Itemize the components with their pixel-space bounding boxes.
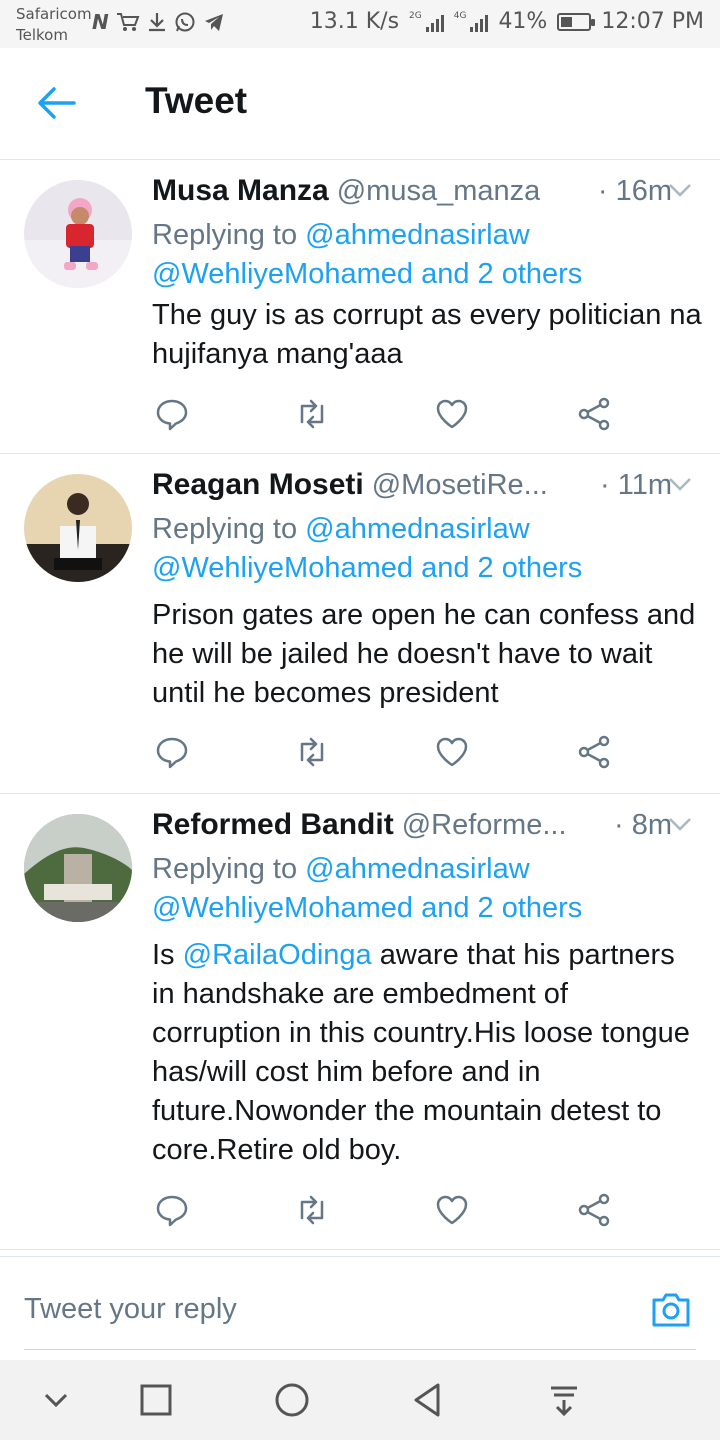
notification-icons: N bbox=[92, 10, 225, 34]
share-icon[interactable] bbox=[576, 1192, 612, 1228]
signal-4g-icon: 4G bbox=[454, 11, 489, 32]
avatar[interactable] bbox=[24, 814, 132, 922]
battery-percent: 41% bbox=[498, 9, 548, 34]
replying-to: Replying to @ahmednasirlaw @WehliyeMoham… bbox=[152, 853, 583, 924]
tweet-time: · 16m bbox=[597, 175, 672, 207]
reply-mention-link[interactable]: @ahmednasirlaw bbox=[305, 853, 529, 885]
tweet-actions bbox=[152, 396, 612, 432]
network-speed: 13.1 K/s bbox=[309, 9, 400, 34]
telegram-icon bbox=[204, 14, 223, 31]
retweet-icon[interactable] bbox=[294, 396, 330, 432]
avatar[interactable] bbox=[24, 474, 132, 582]
whatsapp-icon bbox=[175, 12, 195, 32]
chevron-down-icon[interactable] bbox=[668, 816, 692, 832]
download-icon bbox=[148, 13, 165, 32]
tweet-time: · 11m bbox=[600, 469, 672, 501]
notification-shade-icon[interactable] bbox=[544, 1380, 584, 1420]
user-name[interactable]: Reagan Moseti bbox=[152, 468, 364, 502]
app-header: Tweet bbox=[0, 48, 720, 160]
n-app-icon: N bbox=[92, 10, 109, 34]
reply-mention-link[interactable]: @WehliyeMohamed and 2 others bbox=[152, 552, 582, 584]
tweet-item[interactable]: Musa Manza @musa_manza · 16m Replying to… bbox=[0, 160, 720, 454]
tweet-header: Reagan Moseti @MosetiRe... · 11m bbox=[152, 468, 672, 502]
status-bar: Safaricom Telkom N 13.1 K/s 2G 4G 41% 12… bbox=[0, 0, 720, 48]
tweet-actions bbox=[152, 734, 612, 770]
tweet-item[interactable]: Reagan Moseti @MosetiRe... · 11m Replyin… bbox=[0, 454, 720, 794]
reply-mention-link[interactable]: @ahmednasirlaw bbox=[305, 513, 529, 545]
tweet-header: Musa Manza @musa_manza · 16m bbox=[152, 174, 672, 208]
tweet-text: Prison gates are open he can confess and… bbox=[152, 599, 696, 709]
tweet-time: · 8m bbox=[614, 809, 672, 841]
carrier-names: Safaricom Telkom bbox=[16, 4, 92, 46]
reply-icon[interactable] bbox=[154, 1192, 190, 1228]
status-right: 13.1 K/s 2G 4G 41% 12:07 PM bbox=[310, 9, 704, 34]
tweet-text: Is @RailaOdinga aware that his partners … bbox=[152, 939, 690, 1166]
replying-to: Replying to @ahmednasirlaw @WehliyeMoham… bbox=[152, 513, 583, 584]
like-icon[interactable] bbox=[434, 734, 470, 770]
carrier-2: Telkom bbox=[16, 26, 68, 44]
recents-square-icon[interactable] bbox=[136, 1380, 176, 1420]
tweet-header: Reformed Bandit @Reforme... · 8m bbox=[152, 808, 672, 842]
reply-icon[interactable] bbox=[154, 734, 190, 770]
reply-input[interactable]: Tweet your reply bbox=[24, 1293, 237, 1326]
retweet-icon[interactable] bbox=[294, 734, 330, 770]
home-circle-icon[interactable] bbox=[272, 1380, 312, 1420]
replying-to: Replying to @ahmednasirlaw @WehliyeMoham… bbox=[152, 219, 583, 290]
reply-icon[interactable] bbox=[154, 396, 190, 432]
chevron-down-icon[interactable] bbox=[668, 182, 692, 198]
share-icon[interactable] bbox=[576, 396, 612, 432]
user-handle[interactable]: @MosetiRe... bbox=[372, 469, 548, 502]
user-name[interactable]: Reformed Bandit bbox=[152, 808, 394, 842]
tweet-item[interactable]: Reformed Bandit @Reforme... · 8m Replyin… bbox=[0, 794, 720, 1250]
reply-mention-link[interactable]: @WehliyeMohamed and 2 others bbox=[152, 892, 582, 924]
cart-icon bbox=[116, 13, 140, 31]
like-icon[interactable] bbox=[434, 1192, 470, 1228]
like-icon[interactable] bbox=[434, 396, 470, 432]
user-handle[interactable]: @Reforme... bbox=[402, 809, 567, 842]
clock: 12:07 PM bbox=[601, 9, 704, 34]
camera-icon[interactable] bbox=[650, 1289, 692, 1329]
tweet-text: The guy is as corrupt as every politicia… bbox=[152, 299, 702, 370]
page-title: Tweet bbox=[145, 80, 248, 121]
reply-mention-link[interactable]: @WehliyeMohamed and 2 others bbox=[152, 258, 582, 290]
back-arrow-icon[interactable] bbox=[36, 86, 76, 120]
signal-2g-icon: 2G bbox=[409, 11, 444, 32]
back-triangle-icon[interactable] bbox=[408, 1380, 448, 1420]
user-name[interactable]: Musa Manza bbox=[152, 174, 329, 208]
tweet-actions bbox=[152, 1192, 612, 1228]
carrier-1: Safaricom bbox=[16, 5, 92, 23]
battery-icon bbox=[557, 12, 596, 31]
input-underline bbox=[24, 1349, 696, 1350]
chevron-down-icon[interactable] bbox=[668, 476, 692, 492]
reply-mention-link[interactable]: @ahmednasirlaw bbox=[305, 219, 529, 251]
user-handle[interactable]: @musa_manza bbox=[337, 175, 541, 208]
reply-composer[interactable]: Tweet your reply bbox=[0, 1256, 720, 1360]
system-nav-bar bbox=[0, 1360, 720, 1440]
avatar[interactable] bbox=[24, 180, 132, 288]
retweet-icon[interactable] bbox=[294, 1192, 330, 1228]
share-icon[interactable] bbox=[576, 734, 612, 770]
chevron-down-icon[interactable] bbox=[36, 1380, 76, 1420]
mention-link[interactable]: @RailaOdinga bbox=[183, 939, 372, 971]
